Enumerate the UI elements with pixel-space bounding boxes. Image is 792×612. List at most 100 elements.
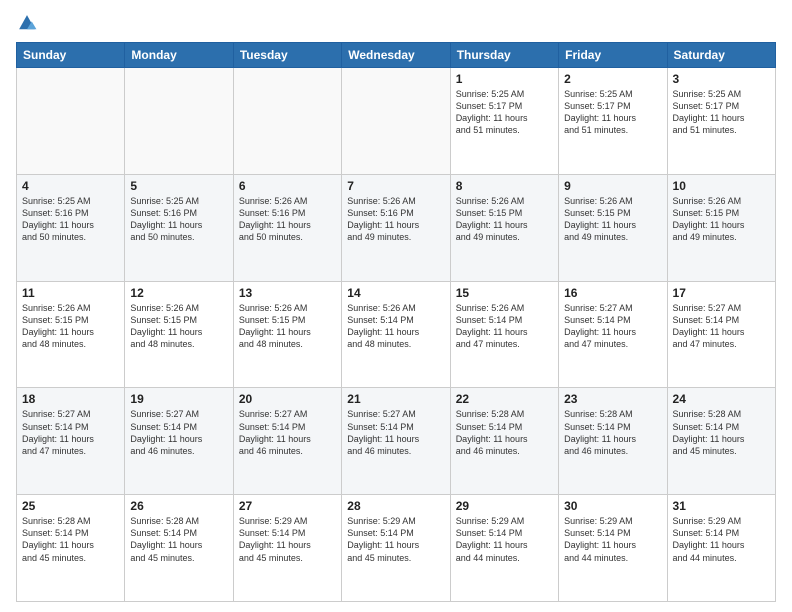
day-info: Sunrise: 5:29 AM Sunset: 5:14 PM Dayligh… bbox=[673, 515, 770, 564]
weekday-header: Friday bbox=[559, 43, 667, 68]
calendar-cell: 19 Sunrise: 5:27 AM Sunset: 5:14 PM Dayli… bbox=[125, 388, 233, 495]
day-info: Sunrise: 5:26 AM Sunset: 5:14 PM Dayligh… bbox=[347, 302, 444, 351]
calendar-week-row: 1 Sunrise: 5:25 AM Sunset: 5:17 PM Daylig… bbox=[17, 68, 776, 175]
day-info: Sunrise: 5:26 AM Sunset: 5:16 PM Dayligh… bbox=[239, 195, 336, 244]
calendar-cell: 17 Sunrise: 5:27 AM Sunset: 5:14 PM Dayli… bbox=[667, 281, 775, 388]
day-info: Sunrise: 5:27 AM Sunset: 5:14 PM Dayligh… bbox=[22, 408, 119, 457]
weekday-header: Thursday bbox=[450, 43, 558, 68]
calendar-cell: 5Sunrise: 5:25 AM Sunset: 5:16 PM Daylig… bbox=[125, 174, 233, 281]
day-info: Sunrise: 5:27 AM Sunset: 5:14 PM Dayligh… bbox=[239, 408, 336, 457]
top-bar bbox=[16, 12, 776, 34]
day-info: Sunrise: 5:27 AM Sunset: 5:14 PM Dayligh… bbox=[347, 408, 444, 457]
day-info: Sunrise: 5:28 AM Sunset: 5:14 PM Dayligh… bbox=[673, 408, 770, 457]
calendar-cell: 30 Sunrise: 5:29 AM Sunset: 5:14 PM Dayli… bbox=[559, 495, 667, 602]
day-number: 11 bbox=[22, 286, 119, 300]
day-number: 28 bbox=[347, 499, 444, 513]
day-info: Sunrise: 5:29 AM Sunset: 5:14 PM Dayligh… bbox=[564, 515, 661, 564]
day-number: 31 bbox=[673, 499, 770, 513]
calendar-cell: 11 Sunrise: 5:26 AM Sunset: 5:15 PM Dayli… bbox=[17, 281, 125, 388]
calendar-cell: 1 Sunrise: 5:25 AM Sunset: 5:17 PM Daylig… bbox=[450, 68, 558, 175]
day-info: Sunrise: 5:29 AM Sunset: 5:14 PM Dayligh… bbox=[239, 515, 336, 564]
calendar-cell: 2Sunrise: 5:25 AM Sunset: 5:17 PM Daylig… bbox=[559, 68, 667, 175]
day-number: 19 bbox=[130, 392, 227, 406]
day-number: 3 bbox=[673, 72, 770, 86]
logo-icon bbox=[16, 12, 38, 34]
day-info: Sunrise: 5:26 AM Sunset: 5:15 PM Dayligh… bbox=[673, 195, 770, 244]
calendar-cell: 14Sunrise: 5:26 AM Sunset: 5:14 PM Dayli… bbox=[342, 281, 450, 388]
day-info: Sunrise: 5:27 AM Sunset: 5:14 PM Dayligh… bbox=[564, 302, 661, 351]
day-number: 13 bbox=[239, 286, 336, 300]
day-info: Sunrise: 5:26 AM Sunset: 5:14 PM Dayligh… bbox=[456, 302, 553, 351]
calendar-week-row: 11 Sunrise: 5:26 AM Sunset: 5:15 PM Dayli… bbox=[17, 281, 776, 388]
calendar-cell: 31 Sunrise: 5:29 AM Sunset: 5:14 PM Dayli… bbox=[667, 495, 775, 602]
calendar-cell: 20 Sunrise: 5:27 AM Sunset: 5:14 PM Dayli… bbox=[233, 388, 341, 495]
day-info: Sunrise: 5:25 AM Sunset: 5:17 PM Dayligh… bbox=[456, 88, 553, 137]
calendar-cell: 28 Sunrise: 5:29 AM Sunset: 5:14 PM Dayli… bbox=[342, 495, 450, 602]
weekday-header: Monday bbox=[125, 43, 233, 68]
day-info: Sunrise: 5:25 AM Sunset: 5:16 PM Dayligh… bbox=[130, 195, 227, 244]
day-info: Sunrise: 5:28 AM Sunset: 5:14 PM Dayligh… bbox=[564, 408, 661, 457]
day-info: Sunrise: 5:25 AM Sunset: 5:17 PM Dayligh… bbox=[673, 88, 770, 137]
calendar-cell bbox=[342, 68, 450, 175]
calendar-cell: 27 Sunrise: 5:29 AM Sunset: 5:14 PM Dayli… bbox=[233, 495, 341, 602]
day-number: 8 bbox=[456, 179, 553, 193]
day-number: 26 bbox=[130, 499, 227, 513]
calendar-week-row: 25 Sunrise: 5:28 AM Sunset: 5:14 PM Dayli… bbox=[17, 495, 776, 602]
day-info: Sunrise: 5:28 AM Sunset: 5:14 PM Dayligh… bbox=[22, 515, 119, 564]
calendar-cell: 26 Sunrise: 5:28 AM Sunset: 5:14 PM Dayli… bbox=[125, 495, 233, 602]
day-info: Sunrise: 5:28 AM Sunset: 5:14 PM Dayligh… bbox=[456, 408, 553, 457]
day-info: Sunrise: 5:26 AM Sunset: 5:15 PM Dayligh… bbox=[564, 195, 661, 244]
calendar-cell bbox=[125, 68, 233, 175]
day-number: 29 bbox=[456, 499, 553, 513]
day-number: 4 bbox=[22, 179, 119, 193]
calendar-cell: 15Sunrise: 5:26 AM Sunset: 5:14 PM Dayli… bbox=[450, 281, 558, 388]
calendar-cell: 8 Sunrise: 5:26 AM Sunset: 5:15 PM Daylig… bbox=[450, 174, 558, 281]
day-info: Sunrise: 5:26 AM Sunset: 5:16 PM Dayligh… bbox=[347, 195, 444, 244]
day-number: 10 bbox=[673, 179, 770, 193]
day-number: 21 bbox=[347, 392, 444, 406]
day-info: Sunrise: 5:29 AM Sunset: 5:14 PM Dayligh… bbox=[347, 515, 444, 564]
header-row: SundayMondayTuesdayWednesdayThursdayFrid… bbox=[17, 43, 776, 68]
calendar-cell: 25 Sunrise: 5:28 AM Sunset: 5:14 PM Dayli… bbox=[17, 495, 125, 602]
calendar-cell: 10 Sunrise: 5:26 AM Sunset: 5:15 PM Dayli… bbox=[667, 174, 775, 281]
day-number: 16 bbox=[564, 286, 661, 300]
calendar-cell: 3 Sunrise: 5:25 AM Sunset: 5:17 PM Daylig… bbox=[667, 68, 775, 175]
page: SundayMondayTuesdayWednesdayThursdayFrid… bbox=[0, 0, 792, 612]
day-number: 20 bbox=[239, 392, 336, 406]
day-number: 25 bbox=[22, 499, 119, 513]
day-number: 24 bbox=[673, 392, 770, 406]
calendar-cell: 18 Sunrise: 5:27 AM Sunset: 5:14 PM Dayli… bbox=[17, 388, 125, 495]
weekday-header: Tuesday bbox=[233, 43, 341, 68]
day-number: 22 bbox=[456, 392, 553, 406]
calendar-cell: 4Sunrise: 5:25 AM Sunset: 5:16 PM Daylig… bbox=[17, 174, 125, 281]
calendar-cell: 13 Sunrise: 5:26 AM Sunset: 5:15 PM Dayli… bbox=[233, 281, 341, 388]
calendar-cell: 9 Sunrise: 5:26 AM Sunset: 5:15 PM Daylig… bbox=[559, 174, 667, 281]
day-number: 23 bbox=[564, 392, 661, 406]
calendar-cell: 7 Sunrise: 5:26 AM Sunset: 5:16 PM Daylig… bbox=[342, 174, 450, 281]
day-number: 9 bbox=[564, 179, 661, 193]
calendar-cell: 21 Sunrise: 5:27 AM Sunset: 5:14 PM Dayli… bbox=[342, 388, 450, 495]
calendar-cell: 23 Sunrise: 5:28 AM Sunset: 5:14 PM Dayli… bbox=[559, 388, 667, 495]
day-number: 27 bbox=[239, 499, 336, 513]
day-number: 2 bbox=[564, 72, 661, 86]
day-number: 12 bbox=[130, 286, 227, 300]
day-number: 17 bbox=[673, 286, 770, 300]
weekday-header: Sunday bbox=[17, 43, 125, 68]
weekday-header: Wednesday bbox=[342, 43, 450, 68]
calendar-cell: 22 Sunrise: 5:28 AM Sunset: 5:14 PM Dayli… bbox=[450, 388, 558, 495]
day-number: 1 bbox=[456, 72, 553, 86]
day-info: Sunrise: 5:26 AM Sunset: 5:15 PM Dayligh… bbox=[456, 195, 553, 244]
day-number: 30 bbox=[564, 499, 661, 513]
day-info: Sunrise: 5:27 AM Sunset: 5:14 PM Dayligh… bbox=[673, 302, 770, 351]
day-info: Sunrise: 5:27 AM Sunset: 5:14 PM Dayligh… bbox=[130, 408, 227, 457]
calendar-cell bbox=[17, 68, 125, 175]
calendar-cell: 12Sunrise: 5:26 AM Sunset: 5:15 PM Dayli… bbox=[125, 281, 233, 388]
calendar-cell: 16 Sunrise: 5:27 AM Sunset: 5:14 PM Dayli… bbox=[559, 281, 667, 388]
day-number: 18 bbox=[22, 392, 119, 406]
calendar-cell bbox=[233, 68, 341, 175]
day-info: Sunrise: 5:28 AM Sunset: 5:14 PM Dayligh… bbox=[130, 515, 227, 564]
logo bbox=[16, 12, 42, 34]
day-info: Sunrise: 5:26 AM Sunset: 5:15 PM Dayligh… bbox=[239, 302, 336, 351]
day-info: Sunrise: 5:26 AM Sunset: 5:15 PM Dayligh… bbox=[22, 302, 119, 351]
day-number: 7 bbox=[347, 179, 444, 193]
